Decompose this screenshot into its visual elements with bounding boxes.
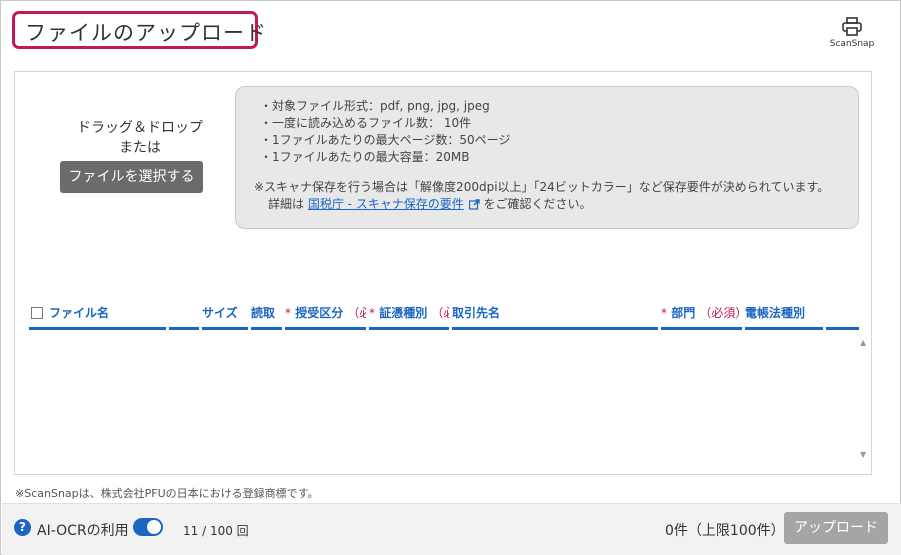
footer-bar: ? AI-OCRの利用 11 / 100 回 0件（上限100件） アップロード — [2, 503, 901, 555]
scansnap-button[interactable]: ScanSnap — [827, 17, 877, 49]
column-department[interactable]: * 部門 （必須） — [661, 300, 742, 330]
column-file-name[interactable]: ファイル名 — [29, 300, 166, 330]
printer-icon — [842, 17, 862, 36]
upload-panel: ドラッグ＆ドロップ または ファイルを選択する 対象ファイル形式：pdf, pn… — [14, 71, 872, 475]
page-title: ファイルのアップロード — [25, 21, 267, 45]
info-item: 1ファイルあたりの最大容量：20MB — [260, 149, 858, 166]
select-file-button[interactable]: ファイルを選択する — [60, 161, 203, 193]
scroll-up-arrow-icon[interactable]: ▲ — [860, 338, 866, 347]
ai-ocr-toggle[interactable] — [133, 518, 163, 536]
scanner-save-note: ※スキャナ保存を行う場合は「解像度200dpi以上」「24ビットカラー」など保存… — [254, 180, 830, 194]
info-box: 対象ファイル形式：pdf, png, jpg, jpeg 一度に読み込めるファイ… — [235, 86, 859, 229]
column-ebook-type[interactable]: 電帳法種別 — [745, 300, 823, 330]
detail-prefix: 詳細は — [268, 197, 305, 211]
dropzone[interactable]: ドラッグ＆ドロップ または — [55, 118, 225, 158]
detail-suffix: をご確認ください。 — [483, 197, 592, 211]
help-icon[interactable]: ? — [14, 519, 31, 536]
trademark-note: ※ScanSnapは、株式会社PFUの日本における登録商標です。 — [15, 487, 319, 500]
upload-button[interactable]: アップロード — [784, 512, 888, 544]
column-size[interactable]: サイズ — [202, 300, 248, 330]
column-voucher-type[interactable]: * 証憑種別 （必 — [369, 300, 449, 330]
ai-ocr-label: AI-OCRの利用 — [37, 523, 129, 539]
external-link-icon — [468, 199, 480, 210]
info-item: 対象ファイル形式：pdf, png, jpg, jpeg — [260, 98, 858, 115]
drag-drop-text: ドラッグ＆ドロップ — [77, 120, 203, 136]
scroll-down-arrow-icon[interactable]: ▼ — [860, 450, 866, 459]
detail-line: 詳細は 国税庁 - スキャナ保存の要件 をご確認ください。 — [268, 196, 858, 213]
select-all-checkbox[interactable] — [31, 307, 43, 319]
ocr-usage-count: 11 / 100 回 — [183, 524, 249, 538]
or-text: または — [119, 140, 161, 156]
column-transfer-type[interactable]: * 授受区分 （必 — [285, 300, 366, 330]
info-item: 一度に読み込めるファイル数： 10件 — [260, 115, 858, 132]
scansnap-label: ScanSnap — [829, 39, 875, 49]
nta-requirements-link[interactable]: 国税庁 - スキャナ保存の要件 — [308, 197, 464, 211]
column-read[interactable]: 読取 — [251, 300, 282, 330]
info-list: 対象ファイル形式：pdf, png, jpg, jpeg 一度に読み込めるファイ… — [260, 98, 858, 166]
file-count: 0件（上限100件） — [665, 523, 785, 539]
column-supplier-name[interactable]: 取引先名 — [452, 300, 658, 330]
toggle-knob — [147, 520, 161, 534]
file-table-header: ファイル名 サイズ 読取 * 授受区分 （必 * 証憑種別 （必 取引先名 — [29, 300, 859, 330]
info-item: 1ファイルあたりの最大ページ数：50ページ — [260, 132, 858, 149]
column-blank — [169, 300, 199, 330]
upload-dialog: ファイルのアップロード ScanSnap ドラッグ＆ドロップ または ファイルを… — [0, 0, 901, 555]
column-blank-end — [826, 300, 859, 330]
